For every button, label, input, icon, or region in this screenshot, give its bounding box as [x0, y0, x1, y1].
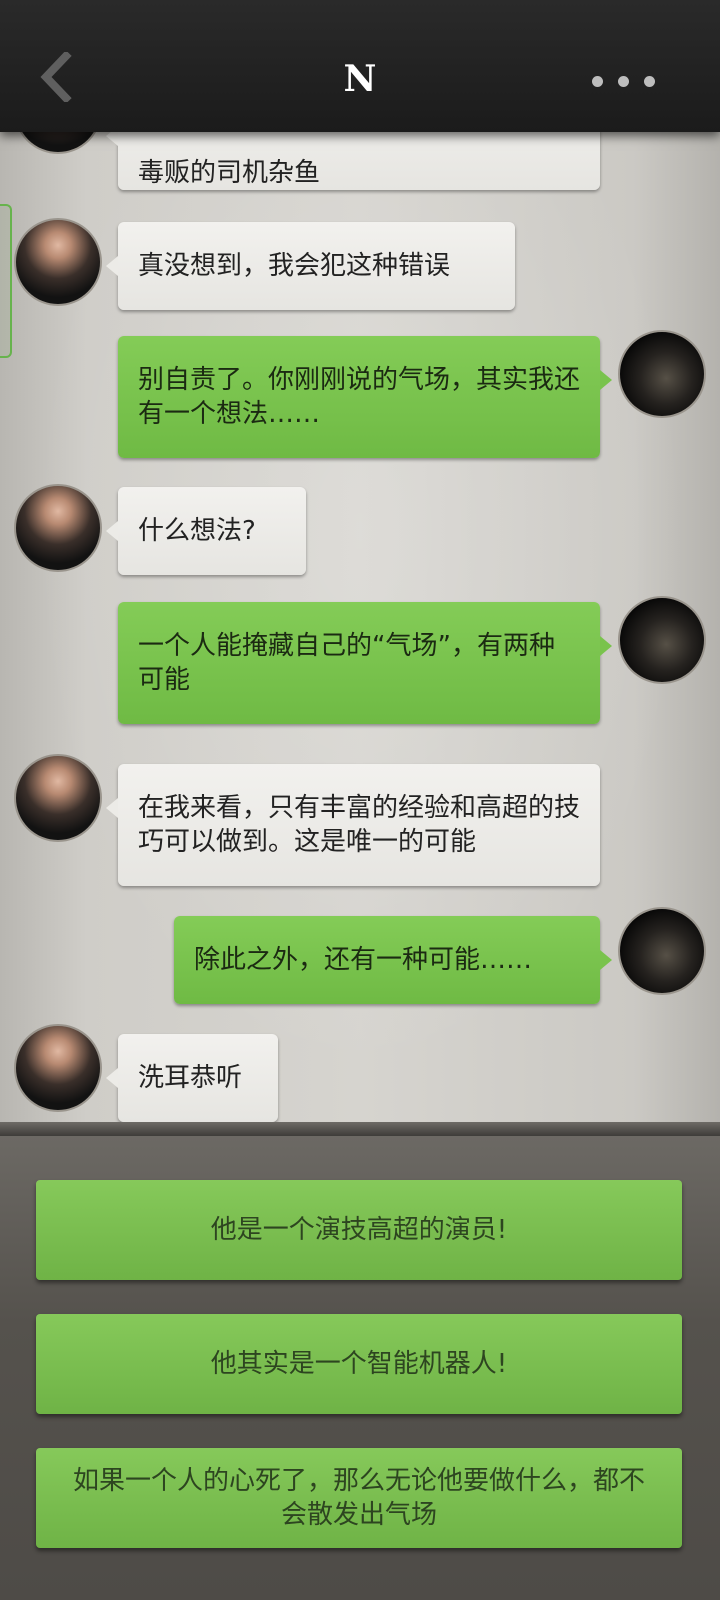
contact-avatar[interactable]	[14, 1024, 102, 1112]
chat-divider	[0, 1122, 720, 1136]
message-text: 一个人能掩藏自己的“气场”，有两种可能	[138, 631, 555, 695]
message-bubble-left: 真没想到，我会犯这种错误	[106, 222, 515, 310]
message-bubble-right: 别自责了。你刚刚说的气场，其实我还有一个想法……	[118, 336, 612, 458]
message-text: 真没想到，我会犯这种错误	[138, 251, 451, 281]
reply-options-panel: 他是一个演技高超的演员! 他其实是一个智能机器人! 如果一个人的心死了，那么无论…	[0, 1136, 720, 1600]
user-avatar[interactable]	[618, 907, 706, 995]
reply-option-1[interactable]: 他是一个演技高超的演员!	[36, 1180, 682, 1280]
more-options-icon[interactable]	[592, 72, 662, 87]
message-text: 别自责了。你刚刚说的气场，其实我还有一个想法……	[138, 365, 581, 429]
contact-avatar[interactable]	[14, 484, 102, 572]
message-bubble-right: 除此之外，还有一种可能……	[174, 916, 612, 1004]
message-bubble-left: 毒贩的司机杂鱼	[106, 132, 600, 190]
contact-avatar[interactable]	[14, 218, 102, 306]
reply-option-3[interactable]: 如果一个人的心死了，那么无论他要做什么，都不会散发出气场	[36, 1448, 682, 1548]
message-text: 除此之外，还有一种可能……	[194, 945, 533, 975]
reply-option-text: 如果一个人的心死了，那么无论他要做什么，都不会散发出气场	[72, 1466, 645, 1530]
message-bubble-left: 什么想法?	[106, 487, 306, 575]
chat-area[interactable]: 毒贩的司机杂鱼 真没想到，我会犯这种错误 别自责了。你刚刚说的气场，其实我还有一…	[0, 132, 720, 1130]
message-bubble-right: 一个人能掩藏自己的“气场”，有两种可能	[118, 602, 612, 724]
contact-avatar[interactable]	[14, 132, 102, 154]
message-text: 毒贩的司机杂鱼	[138, 158, 321, 188]
reply-option-text: 他是一个演技高超的演员!	[210, 1215, 508, 1245]
side-tab[interactable]	[0, 204, 12, 358]
contact-avatar[interactable]	[14, 754, 102, 842]
user-avatar[interactable]	[618, 330, 706, 418]
top-bar: N	[0, 0, 720, 132]
message-text: 洗耳恭听	[138, 1063, 243, 1093]
reply-option-2[interactable]: 他其实是一个智能机器人!	[36, 1314, 682, 1414]
message-bubble-left: 洗耳恭听	[106, 1034, 278, 1122]
message-text: 在我来看，只有丰富的经验和高超的技巧可以做到。这是唯一的可能	[138, 793, 581, 857]
user-avatar[interactable]	[618, 596, 706, 684]
message-bubble-left: 在我来看，只有丰富的经验和高超的技巧可以做到。这是唯一的可能	[106, 764, 600, 886]
message-text: 什么想法?	[138, 516, 256, 546]
reply-option-text: 他其实是一个智能机器人!	[210, 1349, 508, 1379]
